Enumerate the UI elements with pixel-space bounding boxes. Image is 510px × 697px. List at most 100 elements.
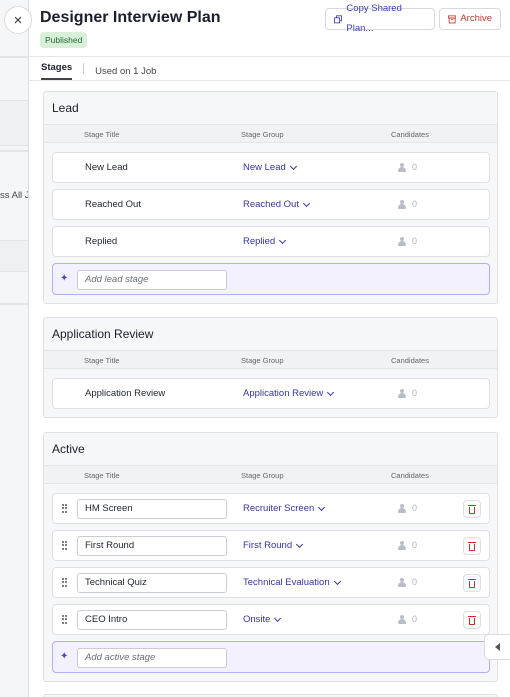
sparkle-icon: ✦ — [60, 651, 69, 662]
candidate-count-value: 0 — [412, 577, 418, 587]
chevron-down-icon — [279, 236, 287, 244]
stage-title-input[interactable]: HM Screen — [77, 499, 227, 519]
stage-group-dropdown[interactable]: Technical Evaluation — [243, 577, 341, 588]
candidate-count-value: 0 — [412, 199, 418, 209]
candidate-count: 0 — [398, 388, 417, 398]
candidate-count: 0 — [398, 540, 417, 550]
stage-row: CEO Intro Onsite 0 — [52, 604, 490, 635]
stage-group-label: First Round — [243, 540, 293, 551]
person-icon — [398, 577, 409, 587]
stage-group-dropdown[interactable]: Onsite — [243, 614, 282, 625]
stage-title: Replied — [85, 236, 118, 247]
background-filter-text: ss All Jo — [0, 190, 30, 201]
drag-handle-icon[interactable] — [62, 504, 67, 513]
trash-icon — [468, 578, 476, 588]
background-divider — [0, 150, 30, 152]
stage-title-input[interactable]: First Round — [77, 536, 227, 556]
drag-handle-icon[interactable] — [62, 615, 67, 624]
add-lead-stage-input[interactable]: Add lead stage — [77, 270, 227, 290]
drag-handle-icon[interactable] — [62, 578, 67, 587]
tabs-divider — [29, 80, 510, 81]
stage-group-dropdown[interactable]: First Round — [243, 540, 304, 551]
collapse-panel-button[interactable] — [484, 634, 510, 660]
candidate-count-value: 0 — [412, 503, 418, 513]
stage-title-input[interactable]: Technical Quiz — [77, 573, 227, 593]
sparkle-icon: ✦ — [60, 273, 69, 284]
trash-icon — [468, 615, 476, 625]
column-stage-group: Stage Group — [241, 471, 284, 480]
chevron-down-icon — [318, 503, 326, 511]
column-candidates: Candidates — [391, 471, 429, 480]
candidate-count: 0 — [398, 503, 417, 513]
delete-stage-button[interactable] — [463, 500, 481, 518]
candidate-count-value: 0 — [412, 162, 418, 172]
chevron-down-icon — [274, 614, 282, 622]
column-stage-title: Stage Title — [84, 356, 120, 365]
candidate-count: 0 — [398, 577, 417, 587]
stage-title: Application Review — [85, 388, 166, 399]
add-stage-row: ✦ Add active stage — [52, 641, 490, 673]
stage-group-dropdown[interactable]: Recruiter Screen — [243, 503, 326, 514]
stage-title-input[interactable]: CEO Intro — [77, 610, 227, 630]
status-badge: Published — [40, 32, 88, 48]
stage-row: First Round First Round 0 — [52, 530, 490, 561]
delete-stage-button[interactable] — [463, 574, 481, 592]
stage-row: HM Screen Recruiter Screen 0 — [52, 493, 490, 524]
delete-stage-button[interactable] — [463, 537, 481, 555]
chevron-down-icon — [333, 577, 341, 585]
background-divider — [0, 56, 30, 58]
person-icon — [398, 199, 409, 209]
stage-row: Reached Out Reached Out 0 — [52, 189, 490, 220]
stage-group-label: Technical Evaluation — [243, 577, 330, 588]
column-candidates: Candidates — [391, 356, 429, 365]
column-stage-title: Stage Title — [84, 130, 120, 139]
background-row — [0, 240, 30, 272]
stage-group-label: Replied — [243, 236, 276, 247]
person-icon — [398, 236, 409, 246]
header-divider — [29, 56, 510, 57]
archive-icon — [448, 14, 457, 23]
stage-group-dropdown[interactable]: Application Review — [243, 388, 335, 399]
copy-shared-plan-button[interactable]: Copy Shared Plan... — [325, 3, 435, 34]
column-stage-title: Stage Title — [84, 471, 120, 480]
section-application-review: Application Review Stage Title Stage Gro… — [43, 317, 498, 418]
tab-stages[interactable]: Stages — [41, 62, 73, 80]
candidate-count-value: 0 — [412, 540, 418, 550]
stage-row: Replied Replied 0 — [52, 226, 490, 257]
chevron-down-icon — [296, 540, 304, 548]
page-title: Designer Interview Plan — [40, 9, 221, 26]
stage-group-dropdown[interactable]: Replied — [243, 236, 287, 247]
candidate-count-value: 0 — [412, 236, 418, 246]
section-title: Lead — [52, 101, 79, 115]
candidate-count-value: 0 — [412, 614, 418, 624]
stage-group-label: Application Review — [243, 388, 324, 399]
close-icon: × — [13, 11, 23, 29]
column-header: Stage Title Stage Group Candidates — [44, 350, 497, 369]
drag-handle-icon[interactable] — [62, 541, 67, 550]
add-active-stage-input[interactable]: Add active stage — [77, 648, 227, 668]
delete-stage-button[interactable] — [463, 611, 481, 629]
archive-label: Archive — [460, 13, 492, 24]
stage-group-dropdown[interactable]: New Lead — [243, 162, 297, 173]
stage-row: Technical Quiz Technical Evaluation 0 — [52, 567, 490, 598]
caret-left-icon — [495, 643, 500, 651]
candidate-count: 0 — [398, 162, 417, 172]
stage-group-label: Onsite — [243, 614, 271, 625]
archive-button[interactable]: Archive — [439, 8, 501, 30]
column-header: Stage Title Stage Group Candidates — [44, 465, 497, 484]
copy-icon — [334, 14, 343, 23]
background-row — [0, 100, 30, 146]
close-button[interactable]: × — [4, 6, 32, 34]
section-lead: Lead Stage Title Stage Group Candidates … — [43, 91, 498, 304]
stage-row: New Lead New Lead 0 — [52, 152, 490, 183]
stage-group-label: New Lead — [243, 162, 286, 173]
tab-used-on-jobs[interactable]: Used on 1 Job — [95, 66, 156, 77]
stage-title: New Lead — [85, 162, 128, 173]
stage-group-label: Recruiter Screen — [243, 503, 315, 514]
section-title: Application Review — [52, 327, 154, 341]
person-icon — [398, 614, 409, 624]
chevron-down-icon — [289, 162, 297, 170]
section-title: Active — [52, 442, 85, 456]
person-icon — [398, 388, 409, 398]
stage-group-dropdown[interactable]: Reached Out — [243, 199, 311, 210]
